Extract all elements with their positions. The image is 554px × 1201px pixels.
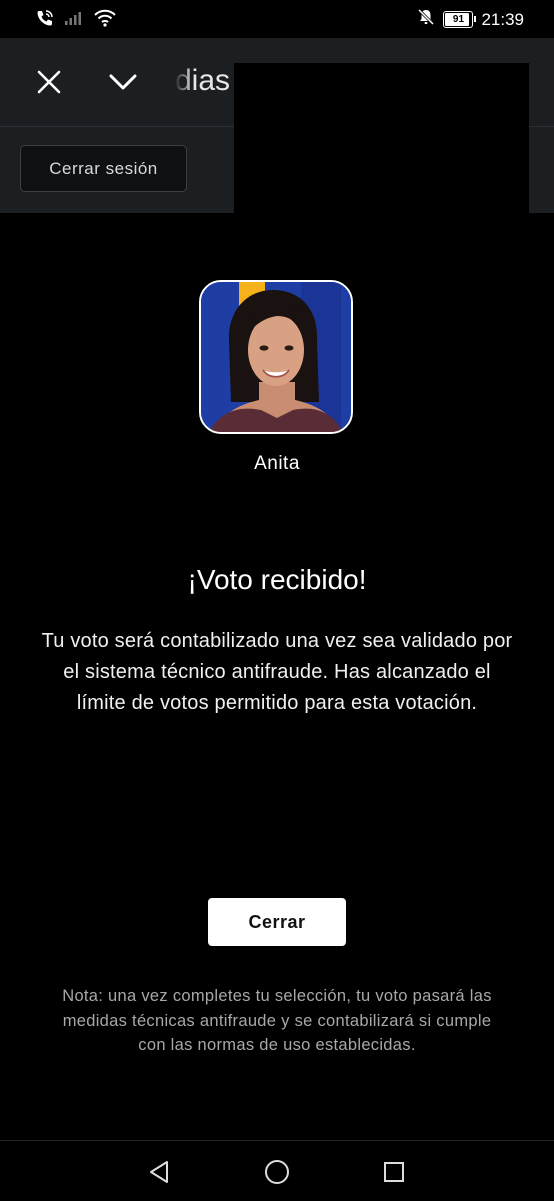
candidate-avatar (199, 280, 353, 434)
close-button[interactable]: Cerrar (208, 898, 346, 946)
status-bar: 91 21:39 (0, 0, 554, 38)
back-icon[interactable] (144, 1157, 174, 1187)
header-title: dias (175, 64, 231, 97)
chevron-down-icon[interactable] (105, 64, 141, 100)
close-icon[interactable] (31, 64, 67, 100)
battery-icon: 91 (443, 11, 477, 28)
confirmation-heading: ¡Voto recibido! (187, 564, 367, 595)
status-right: 91 21:39 (417, 8, 524, 31)
recents-icon[interactable] (379, 1157, 409, 1187)
wifi-calling-icon (36, 9, 54, 32)
signal-icon (64, 10, 84, 31)
home-icon[interactable] (262, 1157, 292, 1187)
mute-icon (417, 8, 435, 31)
logout-button[interactable]: Cerrar sesión (20, 145, 187, 192)
candidate-name: Anita (254, 453, 300, 474)
status-time: 21:39 (481, 9, 524, 29)
antifraud-note: Nota: una vez completes tu selección, tu… (62, 987, 492, 1054)
candidate-photo (201, 282, 351, 432)
confirmation-message: Tu voto será contabilizado una vez sea v… (41, 630, 513, 714)
system-nav-bar (0, 1140, 554, 1201)
redacted-area (234, 63, 529, 215)
status-left (36, 9, 116, 32)
battery-level: 91 (452, 14, 465, 25)
wifi-icon (94, 9, 116, 32)
